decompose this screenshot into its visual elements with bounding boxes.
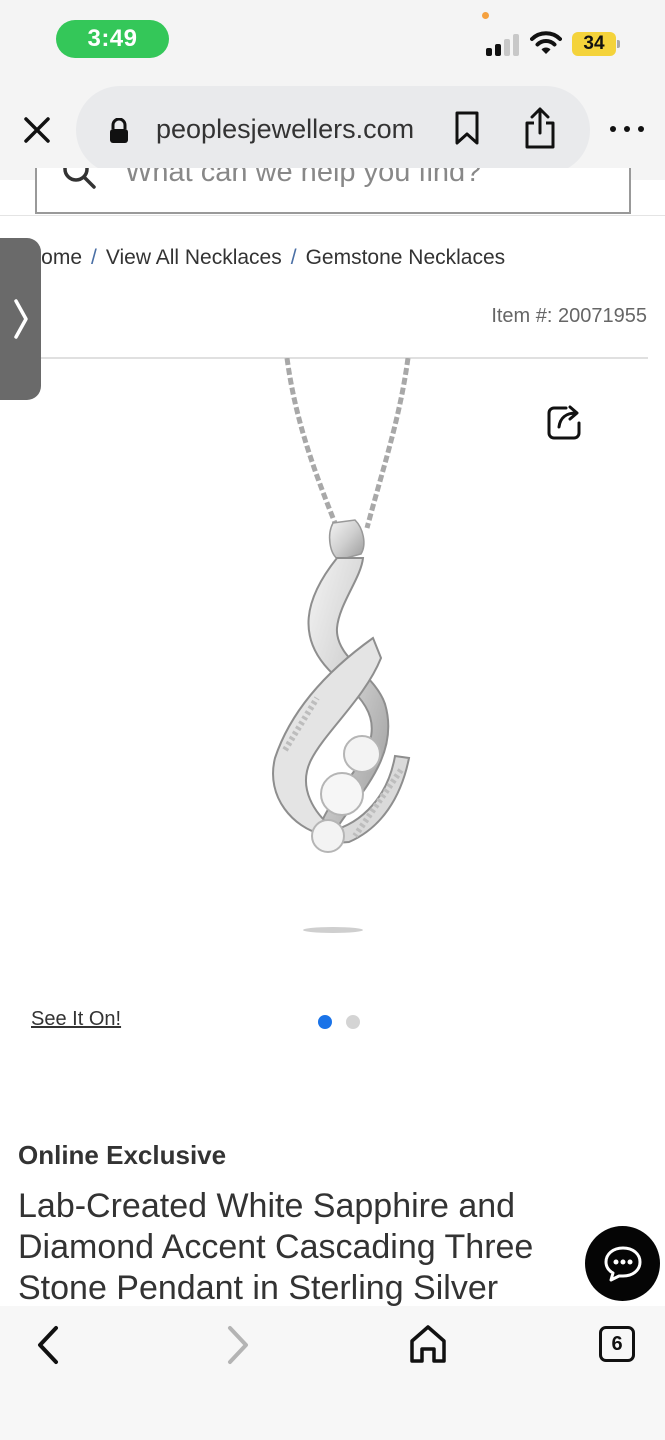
status-time: 3:49 [56, 20, 169, 58]
breadcrumb-separator: / [91, 246, 97, 269]
bookmark-icon[interactable] [452, 110, 482, 146]
share-icon[interactable] [522, 106, 558, 150]
breadcrumb-all-necklaces[interactable]: View All Necklaces [106, 246, 282, 269]
back-icon[interactable] [32, 1324, 64, 1366]
close-button[interactable] [18, 111, 56, 149]
battery-level: 34 [572, 32, 616, 56]
address-bar[interactable]: peoplesjewellers.com [76, 86, 590, 174]
search-input[interactable]: What can we help you find? [35, 168, 631, 214]
lock-icon [110, 118, 128, 143]
status-bar: 3:49 34 [0, 0, 665, 80]
chat-button[interactable] [585, 1226, 660, 1301]
privacy-indicator-dot [482, 12, 489, 19]
share-product-icon[interactable] [546, 403, 584, 441]
carousel-dot[interactable] [346, 1015, 360, 1029]
product-title: Lab-Created White Sapphire and Diamond A… [18, 1187, 534, 1306]
side-drawer-toggle[interactable] [0, 238, 41, 400]
close-icon [24, 117, 50, 143]
signal-icon [486, 32, 520, 56]
search-placeholder: What can we help you find? [125, 168, 482, 188]
online-exclusive-badge: Online Exclusive [18, 1140, 227, 1170]
breadcrumb: Home / View All Necklaces / Gemstone Necklac… [26, 246, 505, 270]
search-icon [63, 168, 96, 189]
forward-icon[interactable] [222, 1324, 254, 1366]
chevron-right-icon [13, 299, 28, 339]
carousel-dot-active[interactable] [318, 1015, 332, 1029]
browser-bottom-bar: 6 [0, 1306, 665, 1440]
more-icon[interactable] [610, 116, 644, 142]
tabs-button[interactable]: 6 [599, 1326, 635, 1362]
wifi-icon [530, 31, 562, 54]
breadcrumb-separator: / [290, 246, 297, 269]
breadcrumb-gemstone-necklaces[interactable]: Gemstone Necklaces [306, 246, 506, 269]
chat-icon [604, 1246, 641, 1281]
product-image[interactable] [225, 358, 445, 938]
item-number: Item #: 20071955 [491, 305, 647, 327]
browser-toolbar: peoplesjewellers.com [0, 80, 665, 180]
see-it-on-link[interactable]: See It On! [31, 1008, 121, 1031]
url-text: peoplesjewellers.com [156, 114, 415, 144]
home-icon[interactable] [408, 1322, 448, 1366]
battery-icon: 34 [572, 32, 620, 56]
carousel-indicator [318, 1015, 360, 1029]
divider [0, 215, 665, 216]
